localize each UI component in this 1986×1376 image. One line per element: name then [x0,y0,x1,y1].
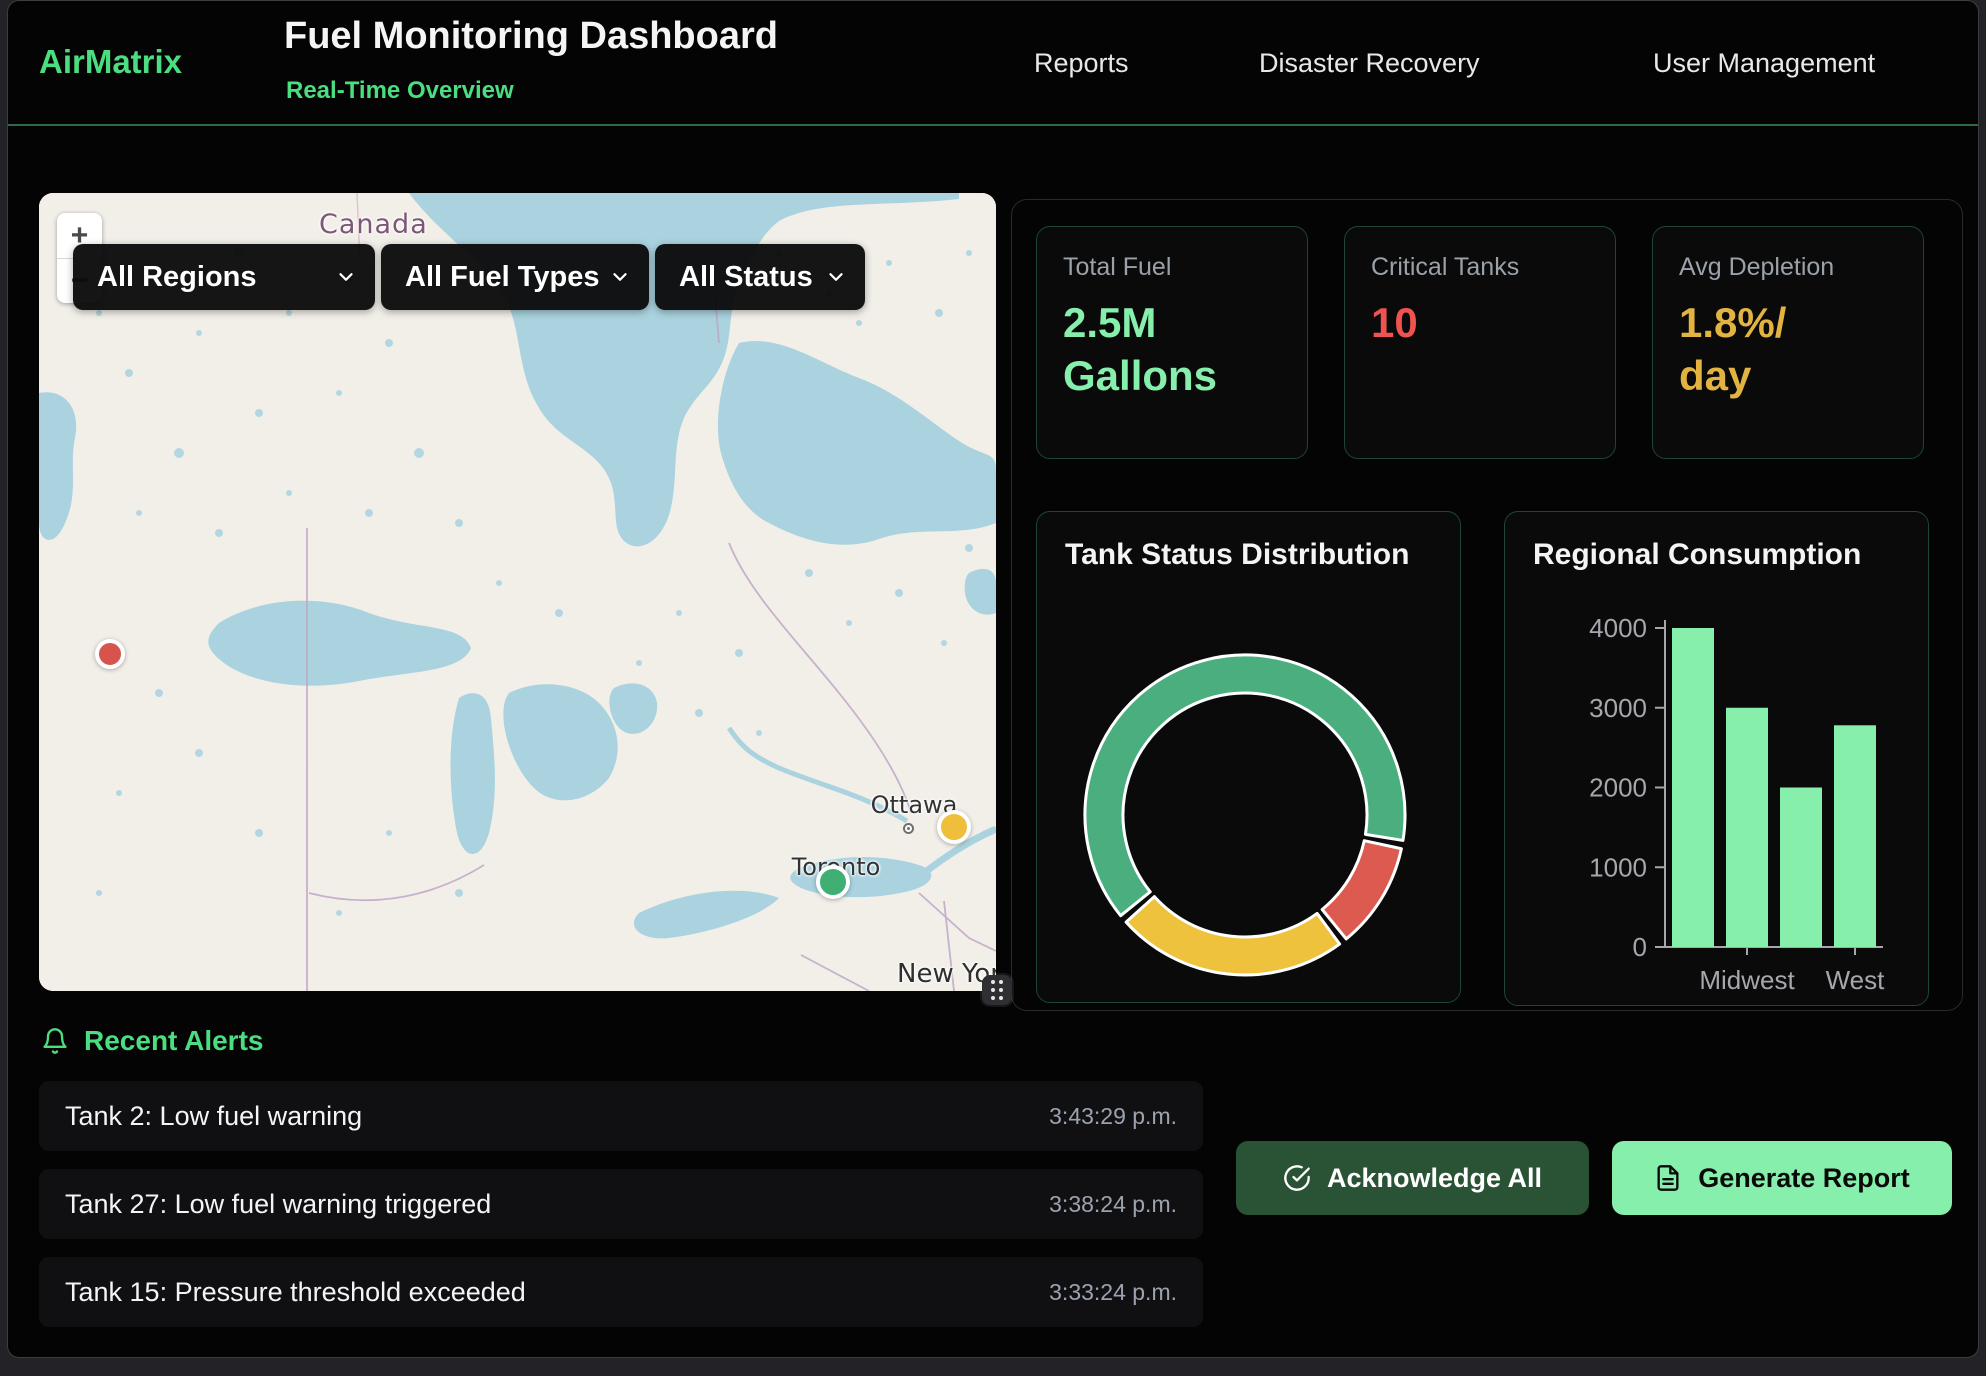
recent-alerts-header: Recent Alerts [41,1025,263,1057]
nav-reports[interactable]: Reports [1034,48,1129,79]
chevron-down-icon [609,266,631,288]
region-filter-label: All Regions [97,261,257,294]
stat-value: 10 [1371,296,1589,349]
nav-disaster-recovery[interactable]: Disaster Recovery [1259,48,1480,79]
app-window: AirMatrix Fuel Monitoring Dashboard Real… [7,0,1979,1358]
generate-report-label: Generate Report [1698,1163,1910,1194]
acknowledge-all-label: Acknowledge All [1327,1163,1542,1194]
svg-text:1000: 1000 [1589,852,1647,882]
fuel-type-filter-label: All Fuel Types [405,261,599,294]
ottawa-town-icon [903,823,914,834]
header: AirMatrix Fuel Monitoring Dashboard Real… [8,1,1978,126]
check-circle-icon [1283,1164,1311,1192]
stat-label: Total Fuel [1063,253,1281,282]
stat-value: 2.5M Gallons [1063,296,1281,403]
alert-time: 3:43:29 p.m. [1049,1103,1177,1130]
svg-text:Midwest: Midwest [1699,965,1795,995]
tank-status-chart-card: Tank Status Distribution [1036,511,1461,1003]
tank-status-donut-chart[interactable] [1037,612,1460,994]
warning-tank-marker[interactable] [937,810,971,844]
alert-text: Tank 27: Low fuel warning triggered [65,1189,491,1220]
avg-depletion-stat-card: Avg Depletion 1.8%/ day [1652,226,1924,459]
map-resize-handle[interactable] [982,975,1012,1005]
map-filters: All Regions All Fuel Types All Status [73,244,865,310]
alert-row: Tank 27: Low fuel warning triggered 3:38… [39,1169,1203,1239]
svg-text:4000: 4000 [1589,613,1647,643]
stat-label: Avg Depletion [1679,253,1897,282]
status-filter-label: All Status [679,261,813,294]
status-filter-dropdown[interactable]: All Status [655,244,865,310]
stat-value: 1.8%/ day [1679,296,1897,403]
page-subtitle: Real-Time Overview [286,77,514,105]
svg-text:2000: 2000 [1589,773,1647,803]
alert-time: 3:38:24 p.m. [1049,1191,1177,1218]
alert-text: Tank 2: Low fuel warning [65,1101,362,1132]
alert-row: Tank 15: Pressure threshold exceeded 3:3… [39,1257,1203,1327]
svg-text:West: West [1826,965,1886,995]
region-filter-dropdown[interactable]: All Regions [73,244,375,310]
critical-tanks-stat-card: Critical Tanks 10 [1344,226,1616,459]
regional-consumption-bar-chart[interactable]: 0 1000 2000 3000 4000 Midwest West [1505,512,1930,1007]
stat-label: Critical Tanks [1371,253,1589,282]
page-title: Fuel Monitoring Dashboard [284,15,778,58]
svg-text:3000: 3000 [1589,693,1647,723]
recent-alerts-title: Recent Alerts [84,1025,263,1057]
map-label-canada: Canada [319,209,428,240]
normal-tank-marker[interactable] [816,865,850,899]
generate-report-button[interactable]: Generate Report [1612,1141,1952,1215]
alert-text: Tank 15: Pressure threshold exceeded [65,1277,526,1308]
fuel-type-filter-dropdown[interactable]: All Fuel Types [381,244,649,310]
total-fuel-stat-card: Total Fuel 2.5M Gallons [1036,226,1308,459]
brand-logo: AirMatrix [39,43,182,81]
document-icon [1654,1164,1682,1192]
chevron-down-icon [335,266,357,288]
regional-consumption-chart-card: Regional Consumption 01000200030004000Mi… [1504,511,1929,1006]
map-canvas[interactable]: Canada Ottawa Toronto New York + − All R… [39,193,996,991]
bell-icon [41,1027,69,1055]
alert-row: Tank 2: Low fuel warning 3:43:29 p.m. [39,1081,1203,1151]
chart-title: Tank Status Distribution [1065,538,1409,572]
alert-time: 3:33:24 p.m. [1049,1279,1177,1306]
nav-user-management[interactable]: User Management [1653,48,1875,79]
chevron-down-icon [825,266,847,288]
acknowledge-all-button[interactable]: Acknowledge All [1236,1141,1589,1215]
critical-tank-marker[interactable] [95,639,125,669]
svg-text:0: 0 [1633,932,1647,962]
